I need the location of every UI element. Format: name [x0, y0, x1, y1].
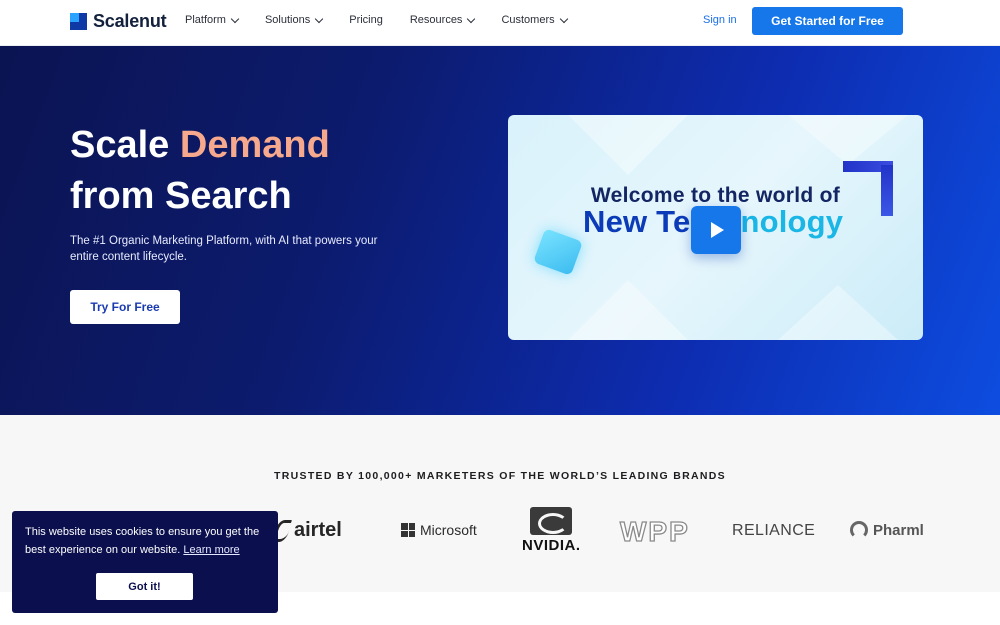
nav-menu: Platform Solutions Pricing Resources Cus…	[185, 14, 594, 26]
nav-item-label: Resources	[409, 14, 463, 26]
video-subheadline-b: nology	[740, 204, 844, 239]
hero-title-accent: Demand	[179, 124, 330, 166]
cookie-message: This website uses cookies to ensure you …	[25, 523, 270, 559]
cookie-banner: This website uses cookies to ensure you …	[12, 511, 278, 613]
decor-shape	[568, 115, 688, 175]
wpp-logo: WPP	[619, 515, 690, 548]
nav-item-label: Solutions	[264, 14, 311, 26]
scalenut-logo-icon	[70, 13, 87, 30]
hero-subtitle: The #1 Organic Marketing Platform, with …	[70, 235, 378, 263]
hero-section: Scale Demand from Search The #1 Organic …	[0, 46, 1000, 415]
nvidia-logo: NVIDIA.	[522, 507, 581, 554]
nav-item-platform[interactable]: Platform	[185, 14, 240, 26]
hero-title-line2: from Search	[70, 175, 292, 217]
brand-name: Scalenut	[93, 11, 167, 31]
pharm-mark-icon	[850, 521, 868, 539]
sign-in-link[interactable]: Sign in	[703, 14, 737, 26]
decor-shape	[568, 280, 688, 340]
cube-graphic	[533, 228, 583, 276]
try-for-free-button[interactable]: Try For Free	[70, 290, 180, 324]
microsoft-logo: Microsoft	[401, 522, 477, 538]
chevron-down-icon	[467, 14, 476, 23]
get-started-button[interactable]: Get Started for Free	[752, 7, 903, 35]
reliance-logo: RELIANCE	[732, 522, 815, 540]
learn-more-link[interactable]: Learn more	[183, 544, 239, 556]
airtel-logo: airtel	[272, 519, 342, 542]
intro-video[interactable]: Welcome to the world of New Te nology	[508, 115, 923, 340]
hero-title: Scale Demand from Search	[70, 120, 330, 222]
brand-label: Microsoft	[420, 522, 477, 538]
nav-item-pricing[interactable]: Pricing	[349, 14, 383, 26]
nav-item-resources[interactable]: Resources	[409, 14, 476, 26]
chevron-down-icon	[314, 14, 324, 23]
cookie-accept-button[interactable]: Got it!	[96, 573, 193, 600]
brand-label: Pharml	[873, 521, 924, 539]
brand-label: NVIDIA.	[522, 537, 581, 554]
microsoft-grid-icon	[401, 523, 415, 537]
chevron-down-icon	[230, 14, 240, 23]
nav-item-customers[interactable]: Customers	[501, 14, 568, 26]
brand-label: airtel	[294, 519, 342, 541]
nav-item-solutions[interactable]: Solutions	[264, 14, 324, 26]
nvidia-eye-icon	[530, 507, 573, 535]
brand-label: RELIANCE	[732, 522, 816, 539]
video-subheadline-a: New Te	[583, 204, 691, 239]
decor-shape	[788, 115, 908, 165]
nav-item-label: Platform	[185, 14, 226, 26]
hero-title-part1: Scale	[70, 124, 180, 166]
play-button[interactable]	[691, 206, 741, 254]
trusted-title: TRUSTED BY 100,000+ MARKETERS OF THE WOR…	[274, 470, 726, 482]
chevron-down-icon	[559, 14, 568, 23]
decor-shape	[778, 285, 898, 340]
brand-logo[interactable]: Scalenut	[70, 11, 167, 32]
nav-item-label: Customers	[501, 14, 555, 26]
play-icon	[711, 222, 724, 238]
nav-item-label: Pricing	[349, 14, 383, 26]
brand-label: WPP	[619, 515, 690, 547]
pharm-logo: Pharml	[850, 521, 924, 539]
top-nav: Scalenut Platform Solutions Pricing Reso…	[0, 0, 1000, 46]
